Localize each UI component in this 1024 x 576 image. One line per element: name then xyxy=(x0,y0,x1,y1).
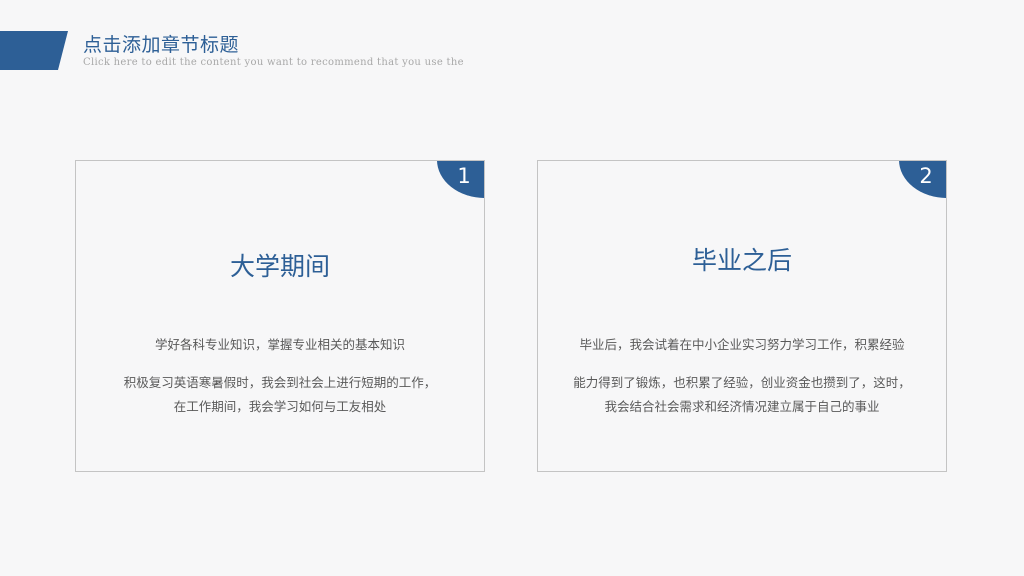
card-text-line[interactable]: 毕业后，我会试着在中小企业实习努力学习工作，积累经验 xyxy=(538,334,946,353)
corner-badge: 1 xyxy=(437,161,484,198)
card-title[interactable]: 毕业之后 xyxy=(538,241,946,277)
card-text-line[interactable]: 能力得到了锻炼，也积累了经验，创业资金也攒到了，这时， xyxy=(538,372,946,391)
card-number: 2 xyxy=(919,164,933,188)
card-title[interactable]: 大学期间 xyxy=(76,247,484,283)
card-university: 1 大学期间 学好各科专业知识，掌握专业相关的基本知识 积极复习英语寒暑假时，我… xyxy=(75,160,485,472)
section-title[interactable]: 点击添加章节标题 xyxy=(83,30,239,57)
card-text-line[interactable]: 学好各科专业知识，掌握专业相关的基本知识 xyxy=(76,334,484,353)
header-accent-bar xyxy=(0,31,68,70)
card-text-line[interactable]: 我会结合社会需求和经济情况建立属于自己的事业 xyxy=(538,396,946,415)
card-text-line[interactable]: 积极复习英语寒暑假时，我会到社会上进行短期的工作， xyxy=(76,372,484,391)
card-number: 1 xyxy=(457,164,471,188)
section-subtitle[interactable]: Click here to edit the content you want … xyxy=(83,57,464,68)
card-after-graduation: 2 毕业之后 毕业后，我会试着在中小企业实习努力学习工作，积累经验 能力得到了锻… xyxy=(537,160,947,472)
card-text-line[interactable]: 在工作期间，我会学习如何与工友相处 xyxy=(76,396,484,415)
corner-badge: 2 xyxy=(899,161,946,198)
slide: 点击添加章节标题 Click here to edit the content … xyxy=(0,0,1024,576)
